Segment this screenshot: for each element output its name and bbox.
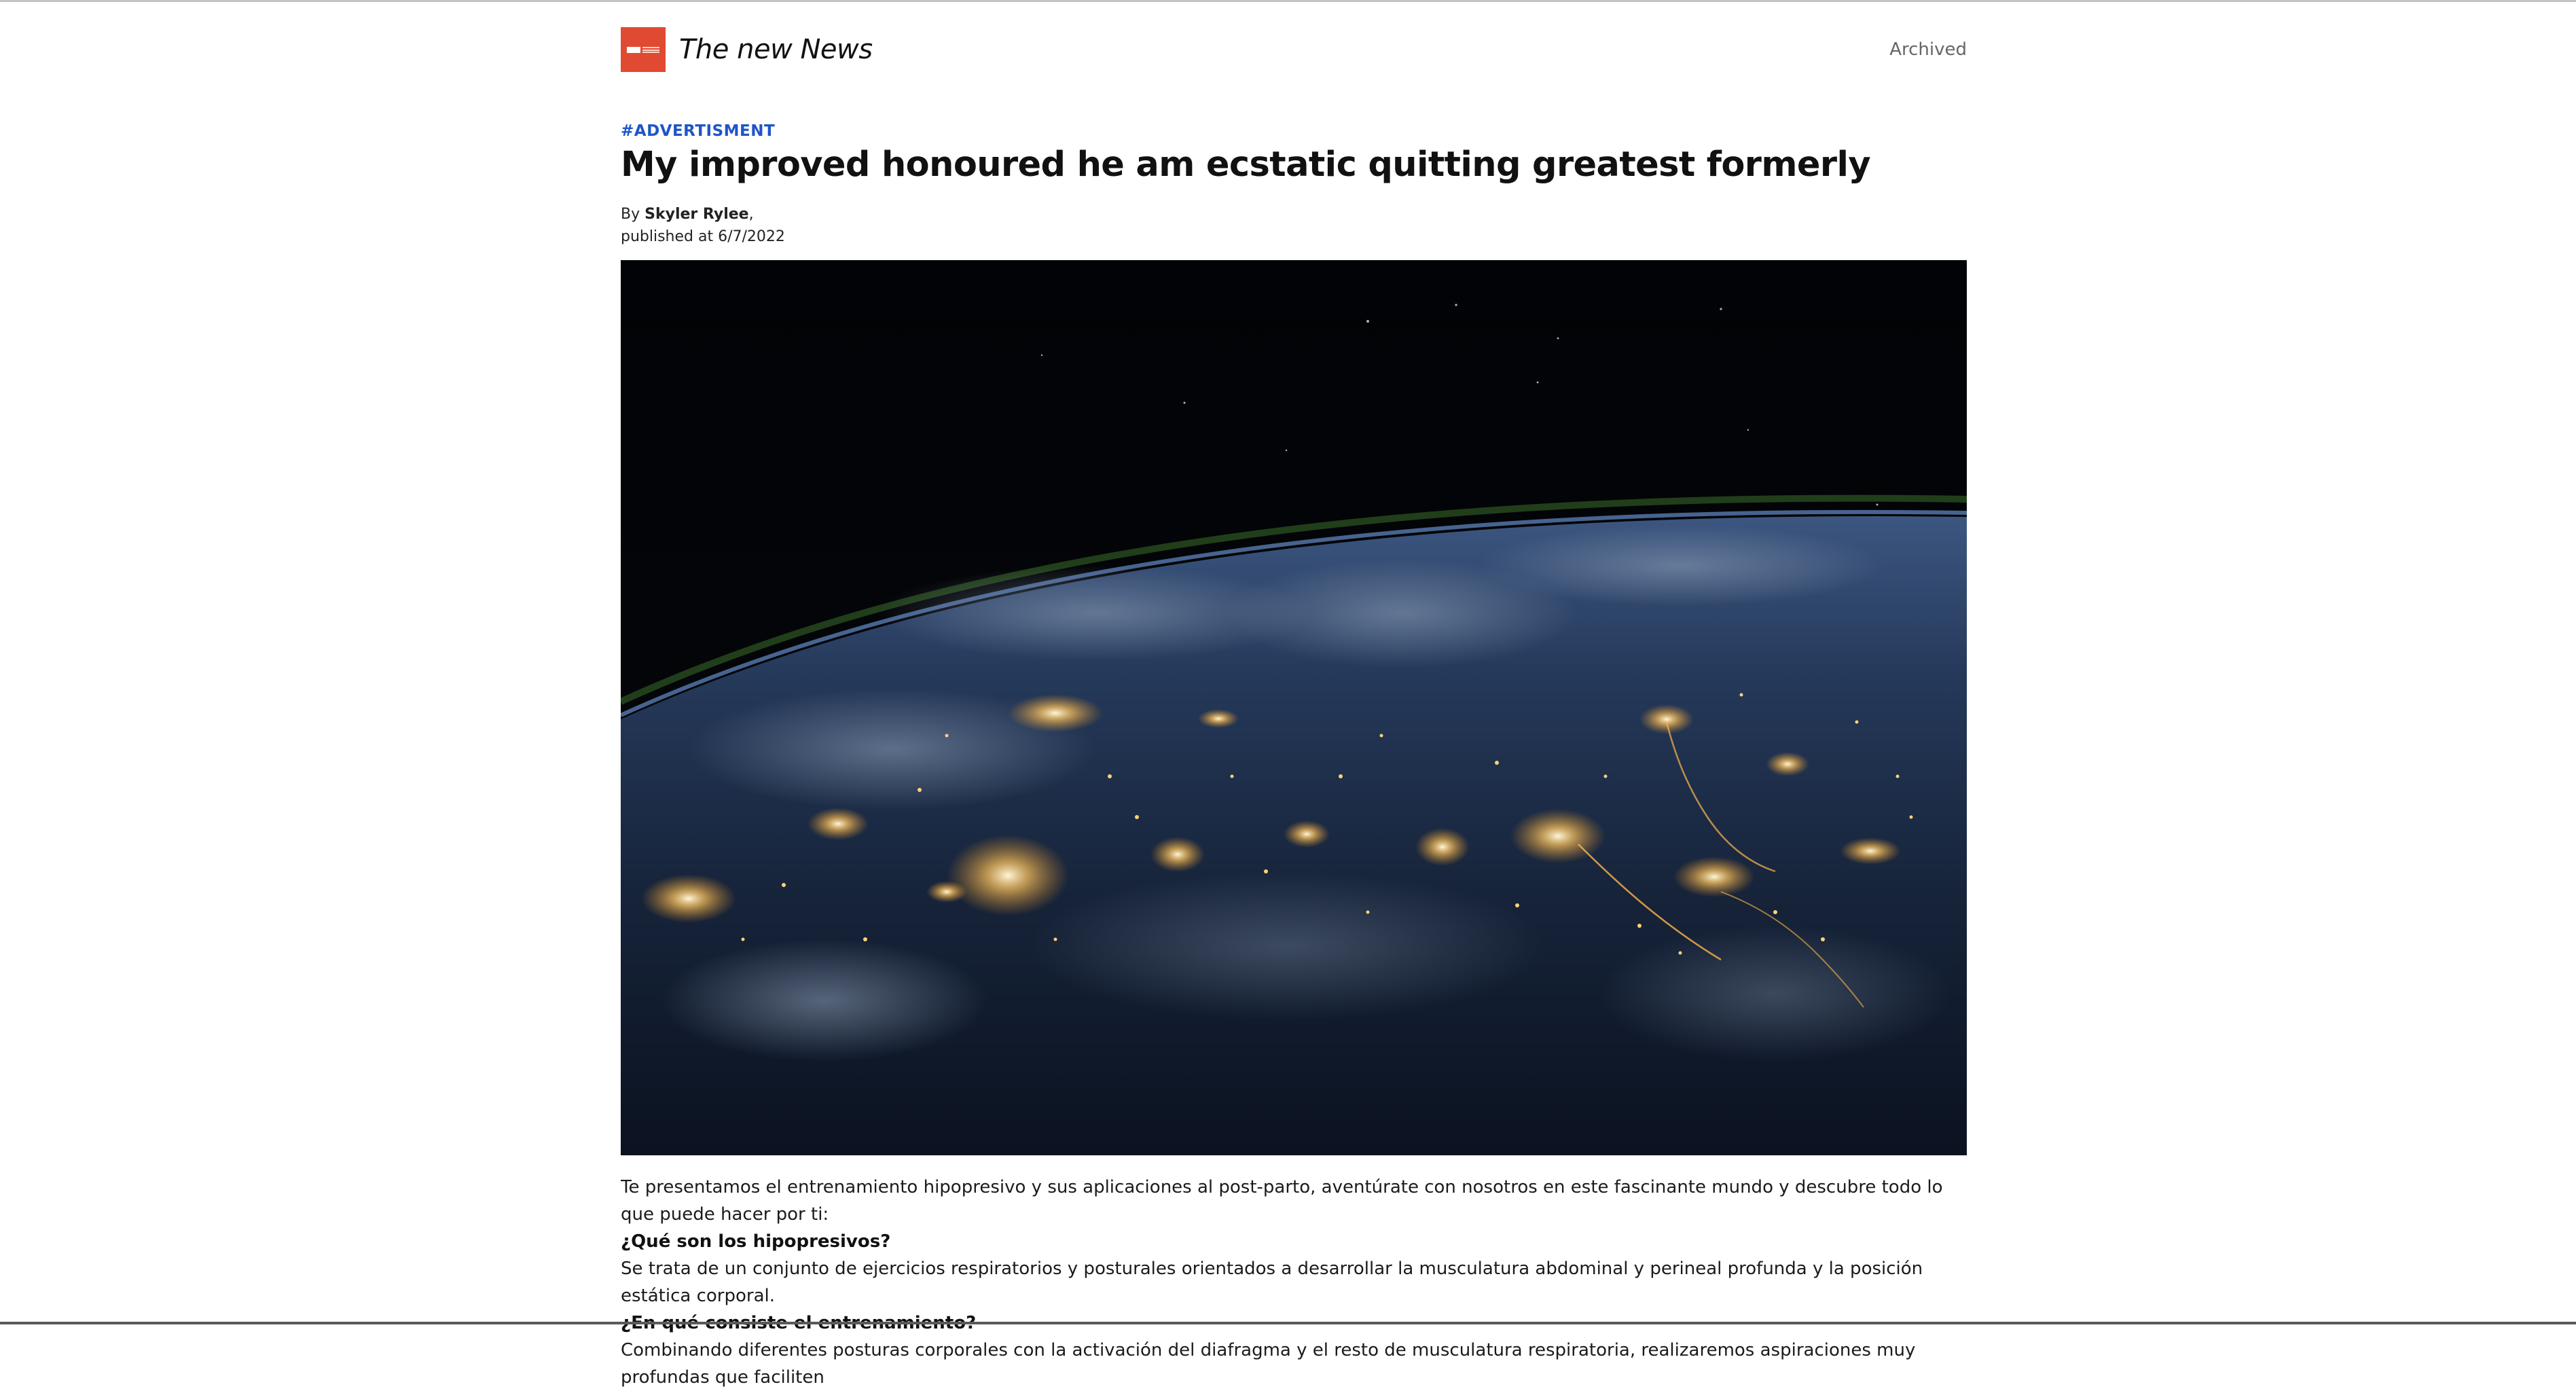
top-border	[0, 0, 2576, 2]
author-name[interactable]: Skyler Rylee	[645, 206, 748, 223]
site-name[interactable]: The new News	[679, 33, 873, 67]
site-header: The new News Archived	[621, 27, 1967, 73]
category-tag[interactable]: #ADVERTISMENT	[621, 121, 775, 141]
logo-mark	[627, 47, 659, 53]
paragraph: Te presentamos el entrenamiento hipopres…	[621, 1177, 1943, 1225]
earth-at-night-from-space-image	[621, 260, 1967, 1155]
paragraph: Se trata de un conjunto de ejercicios re…	[621, 1259, 1923, 1306]
section-question: ¿Qué son los hipopresivos?	[621, 1231, 891, 1252]
by-prefix: By	[621, 206, 640, 223]
paragraph: Combinando diferentes posturas corporale…	[621, 1340, 1916, 1388]
news-logo-icon[interactable]	[621, 27, 666, 72]
publish-date: published at 6/7/2022	[621, 228, 785, 245]
author-suffix: ,	[748, 206, 754, 223]
archived-link[interactable]: Archived	[1889, 38, 1967, 61]
article-body: Te presentamos el entrenamiento hipopres…	[621, 1174, 1967, 1391]
bottom-border	[0, 1322, 2576, 1324]
article-title: My improved honoured he am ecstatic quit…	[621, 145, 1871, 185]
byline: By Skyler Rylee,	[621, 204, 754, 225]
